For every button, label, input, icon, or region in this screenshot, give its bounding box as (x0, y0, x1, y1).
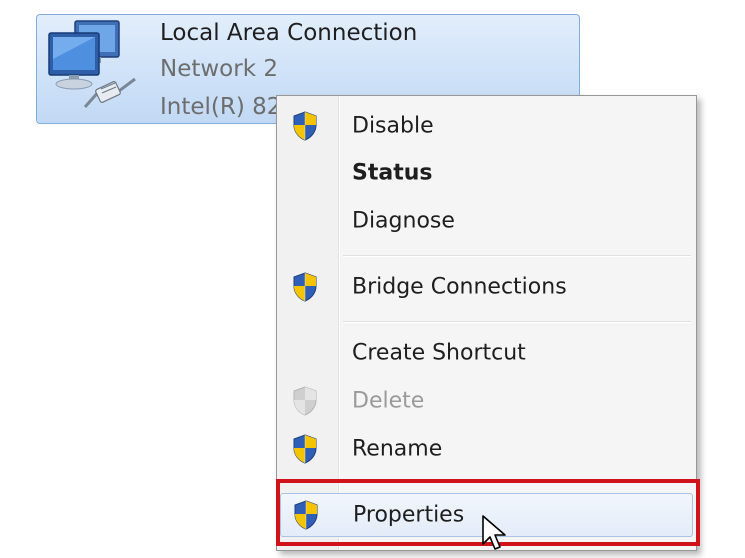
connection-name: Local Area Connection (160, 20, 418, 46)
connection-adapter: Intel(R) 82 (160, 94, 282, 120)
mouse-pointer-icon (482, 515, 506, 550)
menu-item-disable[interactable]: Disable (280, 104, 693, 148)
menu-item-label: Delete (352, 388, 425, 414)
menu-item-rename[interactable]: Rename (280, 427, 693, 471)
menu-item-label: Diagnose (352, 208, 455, 234)
menu-item-delete: Delete (280, 379, 693, 423)
menu-item-label: Rename (352, 436, 443, 462)
menu-item-bridge-connections[interactable]: Bridge Connections (280, 265, 693, 309)
menu-item-diagnose[interactable]: Diagnose (280, 199, 693, 243)
menu-item-label: Status (352, 160, 433, 186)
desktop-canvas: Local Area Connection Network 2 Intel(R)… (0, 0, 745, 558)
menu-item-label: Create Shortcut (352, 340, 526, 366)
menu-item-label: Disable (352, 113, 434, 139)
menu-separator (343, 321, 691, 323)
network-computers-icon (48, 20, 136, 108)
menu-item-create-shortcut[interactable]: Create Shortcut (280, 331, 693, 375)
uac-shield-icon (293, 272, 317, 302)
uac-shield-icon (293, 434, 317, 464)
menu-separator (343, 255, 691, 257)
menu-item-status[interactable]: Status (280, 151, 693, 195)
uac-shield-disabled-icon (293, 386, 317, 416)
menu-item-label: Bridge Connections (352, 274, 567, 300)
connection-network: Network 2 (160, 56, 278, 82)
uac-shield-icon (293, 111, 317, 141)
